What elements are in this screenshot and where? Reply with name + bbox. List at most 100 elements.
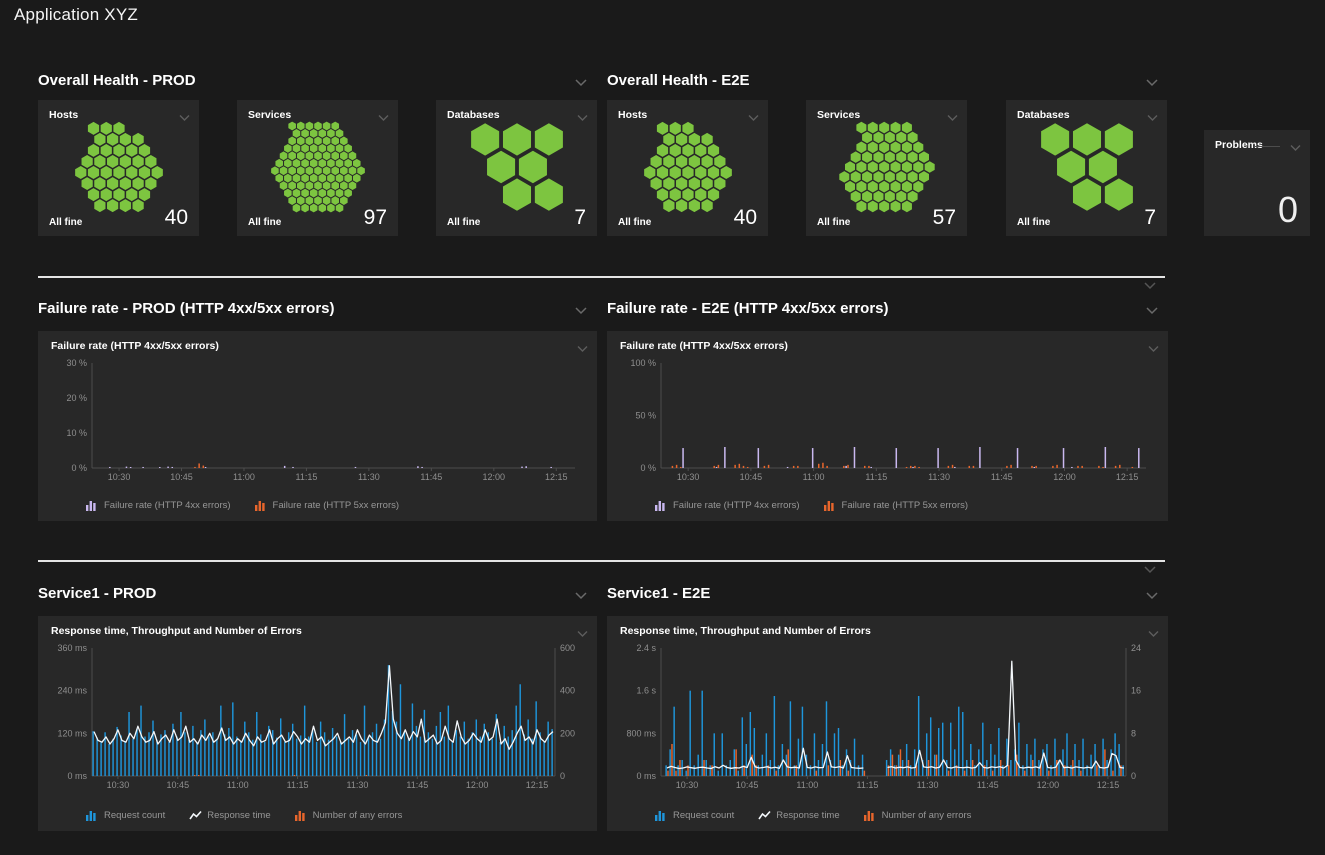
- legend-item[interactable]: Number of any errors: [864, 810, 972, 821]
- failure-rate-e2e-tile: Failure rate (HTTP 4xx/5xx errors) 100 %…: [607, 331, 1168, 521]
- problems-sparkline: [1254, 146, 1280, 147]
- legend-item[interactable]: Request count: [86, 810, 165, 821]
- legend-item[interactable]: Failure rate (HTTP 5xx errors): [255, 500, 400, 511]
- section-title-failure-e2e: Failure rate - E2E (HTTP 4xx/5xx errors): [607, 300, 889, 317]
- bar-series-icon: [86, 810, 99, 821]
- legend-label: Request count: [104, 810, 165, 821]
- chevron-down-icon[interactable]: [574, 306, 588, 315]
- health-tile-services-prod[interactable]: Services All fine97: [237, 100, 398, 236]
- health-tile-services-e2e[interactable]: Services All fine 57: [806, 100, 967, 236]
- svg-text:240 ms: 240 ms: [57, 686, 87, 696]
- svg-text:0 ms: 0 ms: [636, 771, 656, 781]
- svg-text:50 %: 50 %: [635, 411, 656, 421]
- failure-rate-prod-chart[interactable]: 30 %20 %10 %0 %10:3010:4511:0011:1511:30…: [46, 355, 589, 483]
- svg-text:12:00: 12:00: [1037, 780, 1060, 790]
- bar-series-icon: [86, 500, 99, 511]
- svg-text:10:30: 10:30: [677, 472, 700, 482]
- chevron-down-icon[interactable]: [576, 109, 589, 117]
- svg-text:10:45: 10:45: [170, 472, 193, 482]
- chevron-down-icon[interactable]: [377, 109, 390, 117]
- hex-cluster: [237, 122, 398, 212]
- svg-text:11:30: 11:30: [358, 472, 380, 482]
- legend-label: Response time: [207, 810, 270, 821]
- chart-title: Failure rate (HTTP 4xx/5xx errors): [620, 340, 788, 352]
- problems-tile[interactable]: Problems 0: [1204, 130, 1310, 236]
- svg-text:16: 16: [1131, 686, 1141, 696]
- chevron-down-icon[interactable]: [1143, 281, 1157, 290]
- svg-text:11:00: 11:00: [233, 472, 255, 482]
- chart-legend: Failure rate (HTTP 4xx errors) Failure ra…: [655, 500, 968, 511]
- status-label: All fine: [49, 217, 82, 228]
- legend-item[interactable]: Request count: [655, 810, 734, 821]
- chevron-down-icon[interactable]: [1146, 109, 1159, 117]
- health-tile-databases-prod[interactable]: Databases All fine7: [436, 100, 597, 236]
- chevron-down-icon[interactable]: [747, 109, 760, 117]
- status-label: All fine: [1017, 217, 1050, 228]
- svg-text:0: 0: [1131, 771, 1136, 781]
- legend-item[interactable]: Failure rate (HTTP 4xx errors): [655, 500, 800, 511]
- chevron-down-icon[interactable]: [1145, 591, 1159, 600]
- chevron-down-icon[interactable]: [576, 340, 589, 348]
- svg-text:12:15: 12:15: [1097, 780, 1120, 790]
- svg-text:12:00: 12:00: [466, 780, 489, 790]
- svg-text:10:30: 10:30: [108, 472, 131, 482]
- svg-text:2.4 s: 2.4 s: [636, 643, 656, 653]
- chevron-down-icon[interactable]: [1147, 625, 1160, 633]
- chevron-down-icon[interactable]: [1145, 306, 1159, 315]
- hex-cluster: [436, 122, 597, 212]
- svg-text:11:15: 11:15: [287, 780, 309, 790]
- chevron-down-icon[interactable]: [1289, 139, 1302, 147]
- service1-e2e-tile: Response time, Throughput and Number of …: [607, 616, 1168, 831]
- legend-item[interactable]: Number of any errors: [295, 810, 403, 821]
- entity-count: 57: [933, 207, 956, 228]
- svg-text:11:15: 11:15: [857, 780, 879, 790]
- failure-rate-e2e-chart[interactable]: 100 %50 %0 %10:3010:4511:0011:1511:3011:…: [615, 355, 1160, 483]
- health-tile-hosts-e2e[interactable]: Hosts All fine40: [607, 100, 768, 236]
- svg-text:10 %: 10 %: [66, 428, 87, 438]
- legend-item[interactable]: Failure rate (HTTP 4xx errors): [86, 500, 231, 511]
- chevron-down-icon[interactable]: [576, 625, 589, 633]
- legend-label: Failure rate (HTTP 5xx errors): [842, 500, 969, 511]
- problems-count: 0: [1278, 192, 1298, 228]
- chevron-down-icon[interactable]: [946, 109, 959, 117]
- section-title-service1-prod: Service1 - PROD: [38, 585, 156, 602]
- section-divider: [38, 560, 1165, 562]
- tile-title: Services: [817, 109, 941, 121]
- svg-text:11:45: 11:45: [420, 472, 442, 482]
- health-tile-hosts-prod[interactable]: Hosts All fine40: [38, 100, 199, 236]
- svg-text:12:00: 12:00: [483, 472, 506, 482]
- legend-item[interactable]: Response time: [758, 810, 839, 821]
- svg-text:11:45: 11:45: [991, 472, 1013, 482]
- svg-text:400: 400: [560, 686, 575, 696]
- svg-text:12:15: 12:15: [1116, 472, 1139, 482]
- section-title-failure-prod: Failure rate - PROD (HTTP 4xx/5xx errors…: [38, 300, 335, 317]
- svg-text:24: 24: [1131, 643, 1141, 653]
- svg-text:10:30: 10:30: [107, 780, 130, 790]
- bar-series-icon: [864, 810, 877, 821]
- legend-item[interactable]: Failure rate (HTTP 5xx errors): [824, 500, 969, 511]
- hex-cluster: [607, 122, 768, 212]
- health-tile-databases-e2e[interactable]: Databases All fine7: [1006, 100, 1167, 236]
- chevron-down-icon[interactable]: [574, 78, 588, 87]
- service1-prod-chart[interactable]: 360 ms240 ms120 ms0 ms600400200010:3010:…: [46, 640, 589, 791]
- service1-e2e-chart[interactable]: 2.4 s1.6 s800 ms0 ms24168010:3010:4511:0…: [615, 640, 1160, 791]
- chevron-down-icon[interactable]: [178, 109, 191, 117]
- svg-text:11:15: 11:15: [296, 472, 318, 482]
- bar-series-icon: [295, 810, 308, 821]
- status-label: All fine: [618, 217, 651, 228]
- legend-item[interactable]: Response time: [189, 810, 270, 821]
- svg-text:12:00: 12:00: [1053, 472, 1076, 482]
- chevron-down-icon[interactable]: [1147, 340, 1160, 348]
- status-label: All fine: [447, 217, 480, 228]
- failure-rate-prod-tile: Failure rate (HTTP 4xx/5xx errors) 30 %2…: [38, 331, 597, 521]
- tile-title: Services: [248, 109, 372, 121]
- chevron-down-icon[interactable]: [1143, 565, 1157, 574]
- svg-text:0 %: 0 %: [71, 463, 87, 473]
- svg-text:11:45: 11:45: [406, 780, 428, 790]
- section-title-health-prod: Overall Health - PROD: [38, 72, 196, 89]
- status-label: All fine: [817, 217, 850, 228]
- chevron-down-icon[interactable]: [1145, 78, 1159, 87]
- tile-title: Hosts: [49, 109, 173, 121]
- section-divider: [38, 276, 1165, 278]
- chevron-down-icon[interactable]: [574, 591, 588, 600]
